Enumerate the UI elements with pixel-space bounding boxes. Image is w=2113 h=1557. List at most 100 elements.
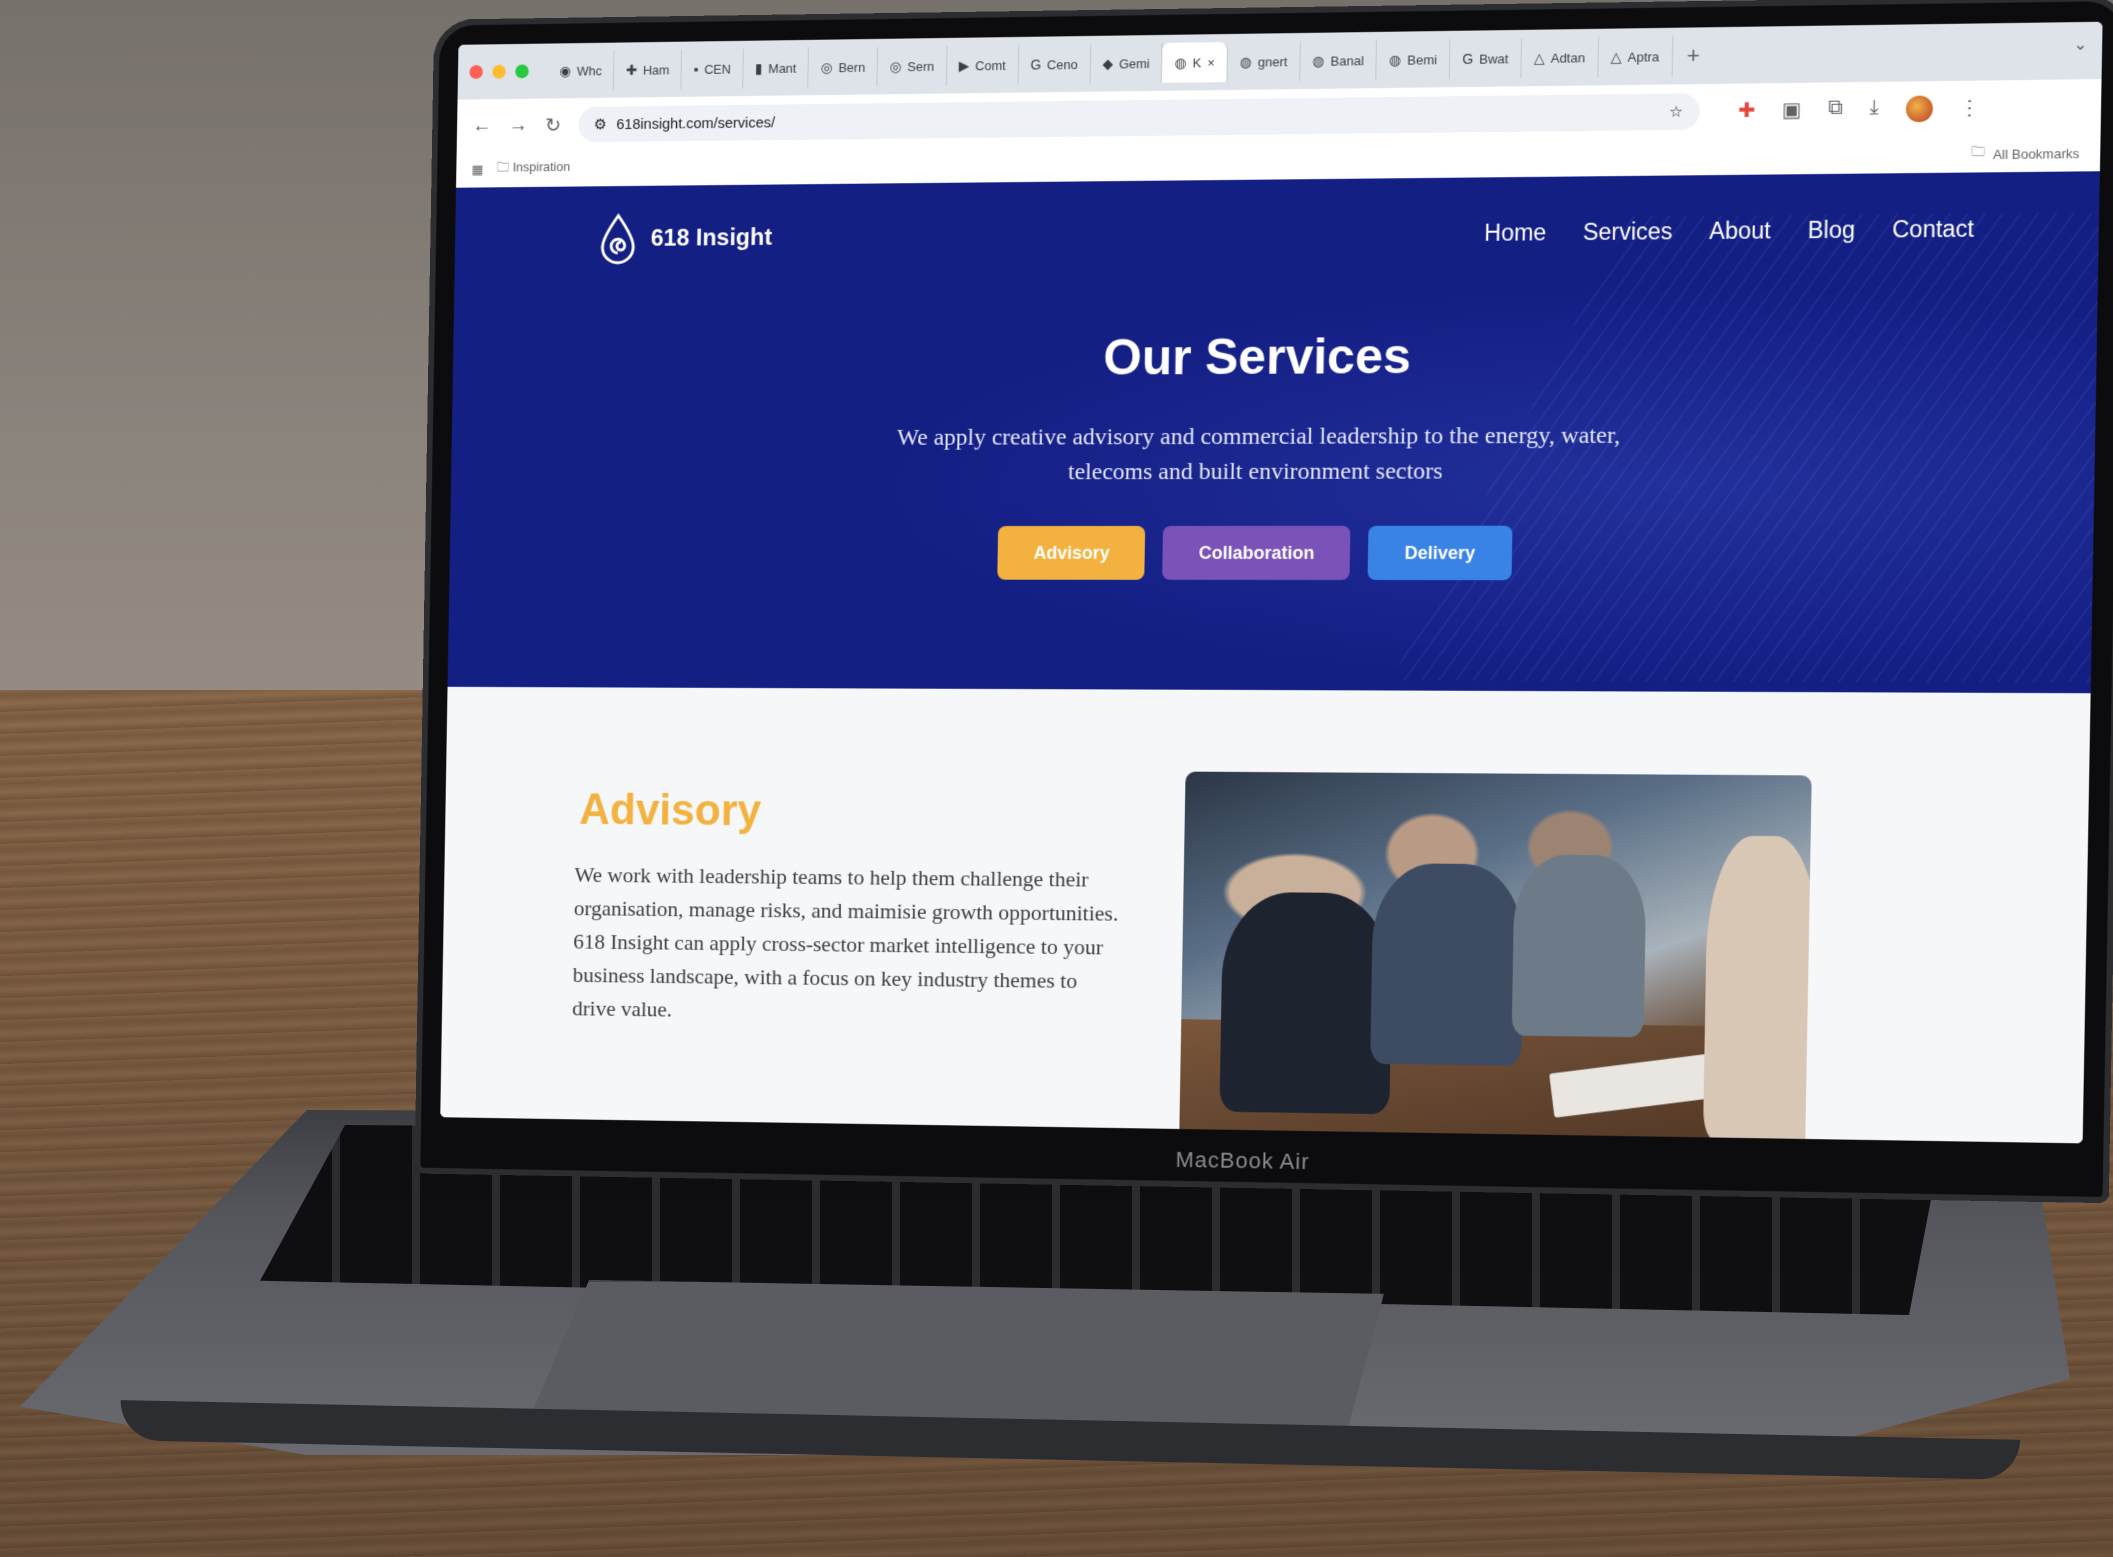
browser-tab[interactable]: ◆ Gemi bbox=[1090, 42, 1163, 84]
tab-label: Sern bbox=[907, 58, 935, 74]
triangle-icon: △ bbox=[1610, 48, 1622, 65]
hero-section: 618 Insight Home Services About Blog Con… bbox=[447, 171, 2100, 694]
droplet-spiral-icon bbox=[598, 213, 637, 264]
bookmark-folder-label: Inspiration bbox=[512, 159, 571, 175]
browser-tab[interactable]: ◎ Sern bbox=[877, 45, 948, 87]
window-controls bbox=[469, 64, 529, 79]
camera-icon[interactable]: ▣ bbox=[1782, 97, 1802, 124]
section-body: We work with leadership teams to help th… bbox=[571, 862, 1119, 1022]
extension-pin-icon[interactable]: ✚ bbox=[1738, 98, 1756, 125]
nav-services[interactable]: Services bbox=[1583, 218, 1673, 246]
browser-tab[interactable]: G Ceno bbox=[1018, 43, 1091, 85]
extensions-icon[interactable]: ⧉ bbox=[1828, 97, 1843, 124]
tab-label: Ceno bbox=[1046, 56, 1078, 72]
tab-label: Bemi bbox=[1407, 51, 1438, 68]
google-icon: G bbox=[1030, 56, 1042, 73]
gemini-icon: ◆ bbox=[1102, 55, 1114, 72]
browser-tab[interactable]: G Bwat bbox=[1449, 37, 1522, 80]
advisory-section: Advisory We work with leadership teams t… bbox=[440, 686, 2091, 1144]
chrome-icon: ◉ bbox=[559, 62, 572, 79]
tab-label: Mant bbox=[768, 60, 797, 76]
download-icon[interactable]: ⤓ bbox=[1869, 96, 1879, 123]
hero-subtitle: We apply creative advisory and commercia… bbox=[896, 422, 1621, 485]
close-tab-icon[interactable]: × bbox=[1207, 55, 1215, 70]
photo-person bbox=[1219, 891, 1394, 1115]
back-icon[interactable]: ← bbox=[472, 114, 491, 137]
tab-search-icon[interactable]: ⌄ bbox=[2073, 34, 2087, 55]
laptop-screen: ◉ Whc ✚ Ham ▪ CEN ▮ Mant ◎ Bern ◎ Sern ▶ Comt G Ceno ◆ Ge… bbox=[440, 21, 2103, 1144]
tab-label: K bbox=[1192, 54, 1202, 70]
apps-grid-icon[interactable]: ▦ bbox=[471, 162, 483, 178]
tab-label: CEN bbox=[704, 61, 731, 77]
browser-tab[interactable]: ▶ Comt bbox=[946, 44, 1019, 86]
website-viewport: 618 Insight Home Services About Blog Con… bbox=[440, 171, 2100, 1144]
figma-icon: ✚ bbox=[625, 61, 638, 78]
tab-label: Comt bbox=[975, 57, 1006, 73]
more-menu-icon[interactable]: ⋮ bbox=[1959, 95, 1980, 122]
globe-icon: ◍ bbox=[1239, 53, 1252, 70]
nav-contact[interactable]: Contact bbox=[1892, 215, 1974, 243]
site-logo[interactable]: 618 Insight bbox=[598, 212, 772, 265]
tab-label: Bwat bbox=[1479, 50, 1509, 67]
folder-icon: 🗀 bbox=[1971, 143, 1985, 160]
bookmark-folder-inspiration[interactable]: 🗀 Inspiration bbox=[497, 158, 571, 180]
tab-label: gnert bbox=[1257, 53, 1288, 70]
triangle-icon: △ bbox=[1533, 49, 1545, 66]
circle-icon: ◎ bbox=[889, 57, 902, 74]
all-bookmarks-label: All Bookmarks bbox=[1992, 145, 2080, 162]
profile-avatar[interactable] bbox=[1905, 95, 1933, 123]
toolbar-icons: ✚ ▣ ⧉ ⤓ ⋮ bbox=[1738, 95, 1980, 124]
maximize-window-button[interactable] bbox=[515, 64, 529, 79]
globe-icon: ◍ bbox=[1388, 51, 1402, 68]
nav-about[interactable]: About bbox=[1709, 217, 1771, 245]
folder-icon: 🗀 bbox=[496, 159, 510, 175]
logo-text: 618 Insight bbox=[650, 224, 773, 252]
tab-list: ◉ Whc ✚ Ham ▪ CEN ▮ Mant ◎ Bern ◎ Sern ▶ Comt G Ceno ◆ Ge… bbox=[547, 35, 1673, 91]
youtube-icon: ▶ bbox=[958, 57, 970, 74]
tab-label: Ham bbox=[642, 62, 670, 78]
browser-tab[interactable]: △ Adtan bbox=[1521, 36, 1599, 79]
tab-label: Bern bbox=[838, 59, 866, 75]
close-window-button[interactable] bbox=[469, 65, 483, 79]
site-settings-icon[interactable]: ⚙ bbox=[594, 115, 607, 133]
browser-tab[interactable]: ◍ K × bbox=[1162, 42, 1229, 83]
bookmark-star-icon[interactable]: ☆ bbox=[1669, 103, 1683, 121]
all-bookmarks-button[interactable]: 🗀 All Bookmarks bbox=[1971, 142, 2080, 166]
photo-person bbox=[1370, 863, 1525, 1066]
nav-home[interactable]: Home bbox=[1484, 219, 1546, 247]
address-bar[interactable]: ⚙ 618insight.com/services/ ☆ bbox=[578, 93, 1700, 143]
nav-blog[interactable]: Blog bbox=[1807, 216, 1855, 244]
service-buttons: Advisory Collaboration Delivery bbox=[449, 525, 2093, 581]
forward-icon[interactable]: → bbox=[508, 114, 528, 137]
browser-tab[interactable]: ▮ Mant bbox=[743, 47, 810, 89]
browser-tab[interactable]: ◉ Whc bbox=[547, 50, 615, 91]
google-icon: G bbox=[1462, 50, 1474, 67]
browser-tab[interactable]: ◍ Banal bbox=[1299, 39, 1378, 82]
browser-tab[interactable]: ✚ Ham bbox=[614, 49, 683, 90]
delivery-button[interactable]: Delivery bbox=[1368, 525, 1513, 581]
meeting-photo bbox=[1178, 771, 1812, 1144]
browser-tab[interactable]: △ Aptra bbox=[1598, 35, 1673, 78]
new-tab-icon[interactable]: + bbox=[1687, 43, 1701, 70]
tab-label: Whc bbox=[576, 62, 602, 79]
advisory-button[interactable]: Advisory bbox=[997, 525, 1146, 580]
browser-tab[interactable]: ◍ Bemi bbox=[1376, 38, 1451, 81]
linkedin-icon: ▪ bbox=[693, 61, 699, 77]
browser-tab[interactable]: ◍ gnert bbox=[1227, 41, 1301, 83]
browser-tab[interactable]: ◎ Bern bbox=[808, 46, 879, 88]
collaboration-button[interactable]: Collaboration bbox=[1162, 525, 1351, 581]
reload-icon[interactable]: ↻ bbox=[545, 113, 561, 138]
tab-label: Gemi bbox=[1118, 55, 1150, 71]
tab-label: Adtan bbox=[1550, 49, 1586, 66]
site-nav: Home Services About Blog Contact bbox=[1484, 215, 1974, 247]
tab-label: Aptra bbox=[1627, 48, 1660, 65]
minimize-window-button[interactable] bbox=[492, 64, 506, 79]
laptop-lid: ◉ Whc ✚ Ham ▪ CEN ▮ Mant ◎ Bern ◎ Sern ▶ Comt G Ceno ◆ Ge… bbox=[414, 0, 2113, 1204]
photo-person bbox=[1511, 854, 1647, 1038]
tab-label: Banal bbox=[1330, 52, 1365, 69]
browser-tab[interactable]: ▪ CEN bbox=[681, 48, 744, 89]
bookmark-icon: ▮ bbox=[754, 59, 763, 76]
section-title: Advisory bbox=[579, 785, 762, 836]
address-bar-url: 618insight.com/services/ bbox=[616, 113, 776, 133]
globe-icon: ◍ bbox=[1174, 54, 1187, 71]
